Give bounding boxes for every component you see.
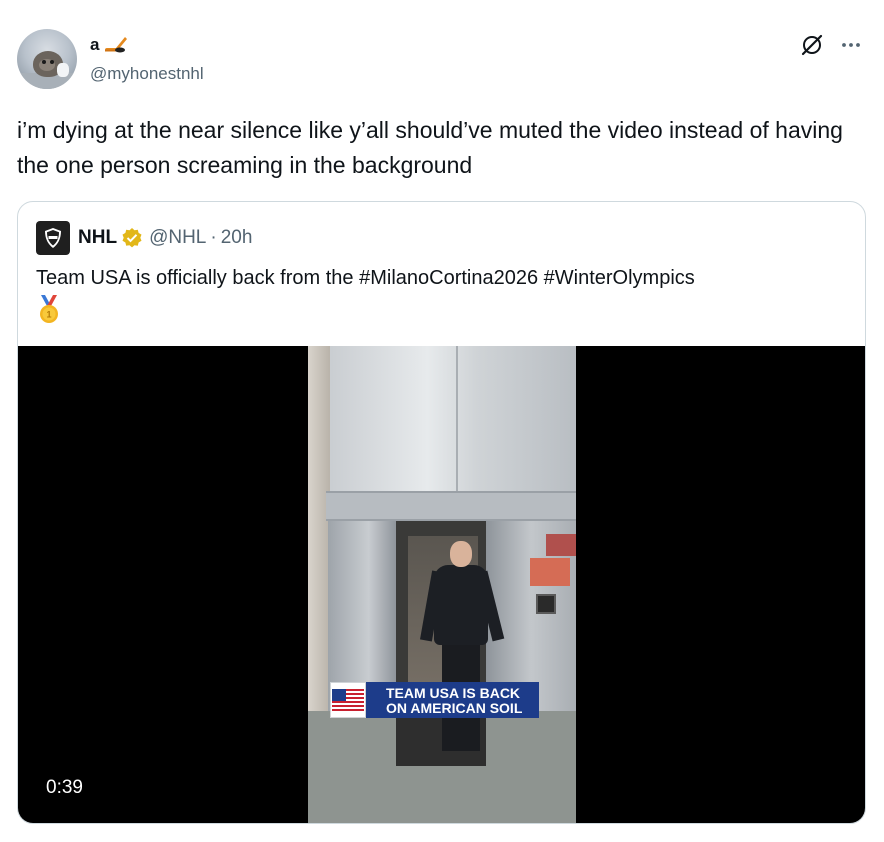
officer-figure	[420, 541, 505, 756]
grok-icon[interactable]	[800, 33, 824, 57]
quoted-tweet[interactable]: NHL @NHL · 20h Team USA is officially ba…	[17, 201, 866, 824]
quoted-author-name[interactable]: NHL	[78, 227, 117, 249]
quoted-text-block: Team USA is officially back from the #Mi…	[36, 264, 846, 325]
banner-line-1: TEAM USA IS BACK	[386, 685, 521, 701]
svg-text:1: 1	[46, 310, 51, 320]
video-player[interactable]: TEAM USA IS BACK ON AMERICAN SOIL 0:39	[18, 346, 865, 823]
author-display-name: a	[90, 35, 100, 54]
tweet-text: i’m dying at the near silence like y’all…	[17, 117, 843, 178]
separator-dot: ·	[210, 227, 217, 248]
hockey-stick-icon	[105, 37, 128, 53]
verified-badge-icon	[122, 228, 142, 248]
video-duration: 0:39	[38, 774, 91, 802]
quoted-header: NHL @NHL · 20h	[36, 221, 253, 255]
quoted-author-handle[interactable]: @NHL	[149, 227, 206, 249]
quoted-time[interactable]: 20h	[221, 227, 253, 249]
banner-line-2: ON AMERICAN SOIL	[386, 700, 523, 716]
nhl-logo[interactable]	[36, 221, 70, 255]
video-frame	[308, 346, 576, 823]
avatar[interactable]	[17, 29, 77, 89]
author-name[interactable]: a	[90, 35, 129, 55]
us-flag-icon	[330, 682, 366, 718]
more-options-icon[interactable]	[838, 32, 864, 58]
nhl-shield-icon	[45, 228, 61, 248]
1st-place-medal-icon: 1	[40, 295, 58, 323]
quoted-text: Team USA is officially back from the #Mi…	[36, 267, 695, 289]
video-caption-banner: TEAM USA IS BACK ON AMERICAN SOIL	[330, 682, 539, 718]
author-handle[interactable]: @myhonestnhl	[90, 64, 204, 84]
